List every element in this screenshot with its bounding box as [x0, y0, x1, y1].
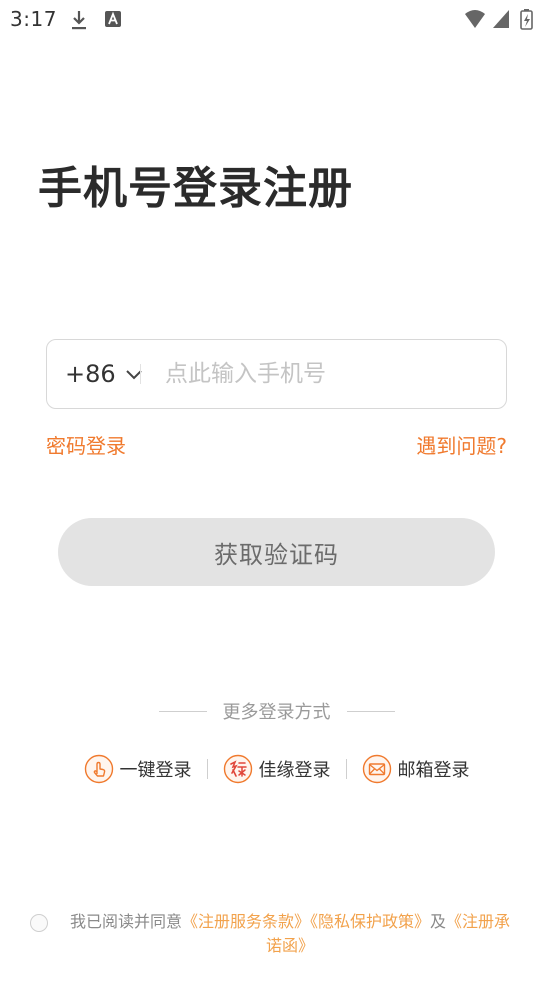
agreement-and: 及	[430, 912, 447, 931]
status-bar: 3:17	[0, 0, 553, 40]
signal-icon	[493, 10, 509, 28]
one-key-login-label: 一键登录	[119, 760, 192, 781]
more-login-divider: 更多登录方式	[0, 698, 553, 724]
phone-input-box: +86	[46, 339, 507, 409]
jiayuan-login-label: 佳缘登录	[258, 760, 331, 781]
email-login-label: 邮箱登录	[397, 760, 470, 781]
divider-line-left	[158, 710, 207, 712]
more-login-label: 更多登录方式	[222, 702, 331, 723]
touch-icon	[84, 754, 113, 784]
country-code-label: +86	[65, 359, 116, 388]
login-options: 一键登录 佳缘登录 邮箱登录	[0, 752, 553, 786]
status-time: 3:17	[10, 7, 57, 31]
page-title: 手机号登录注册	[38, 163, 353, 214]
battery-icon	[520, 9, 533, 30]
option-separator	[206, 759, 208, 779]
get-code-button[interactable]: 获取验证码	[58, 518, 495, 586]
terms-link[interactable]: 《注册服务条款》	[182, 912, 310, 931]
status-icons	[465, 9, 533, 30]
option-separator	[345, 759, 347, 779]
agreement-text: 我已阅读并同意《注册服务条款》《隐私保护政策》及《注册承诺函》	[62, 910, 518, 958]
jiayuan-icon	[223, 754, 252, 784]
email-login-option[interactable]: 邮箱登录	[362, 754, 470, 784]
country-code-selector[interactable]: +86	[65, 340, 144, 407]
agreement-prefix: 我已阅读并同意	[69, 912, 182, 931]
wifi-icon	[465, 10, 485, 28]
download-icon	[72, 11, 86, 30]
password-login-link[interactable]: 密码登录	[46, 430, 126, 459]
help-link[interactable]: 遇到问题?	[416, 430, 507, 459]
keyboard-a-icon	[105, 11, 121, 27]
mail-icon	[362, 754, 391, 784]
phone-number-input[interactable]	[165, 352, 485, 396]
one-key-login-option[interactable]: 一键登录	[84, 754, 192, 784]
agree-radio[interactable]	[30, 914, 48, 932]
divider-line-right	[346, 710, 395, 712]
privacy-link[interactable]: 《隐私保护政策》	[310, 912, 430, 931]
phone-divider	[140, 364, 141, 384]
login-screen: 3:17 手机号登录注册 +86 点此输入手机号 密码登录 遇到问题? 获取验证…	[0, 0, 553, 983]
jiayuan-login-option[interactable]: 佳缘登录	[223, 754, 331, 784]
